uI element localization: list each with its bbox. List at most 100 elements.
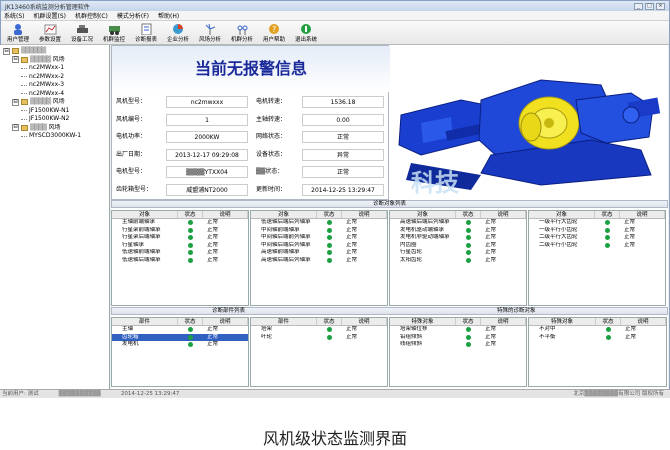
col-header[interactable]: 对象: [390, 211, 456, 218]
expand-toggle-icon[interactable]: ⊟: [3, 47, 10, 55]
expand-toggle-icon[interactable]: ⊟: [12, 56, 19, 64]
col-header[interactable]: 对象: [251, 211, 317, 218]
diagnosis-table[interactable]: 部件 状态 说明 塔架 正常 叶轮 正常: [250, 317, 388, 387]
table-row[interactable]: 叶轮 正常: [251, 334, 387, 342]
table-row[interactable]: 主轴前端轴承 正常: [112, 219, 248, 227]
table-row[interactable]: 不对中 正常: [529, 326, 666, 334]
expand-toggle-icon[interactable]: ⊟: [12, 124, 19, 132]
table-row[interactable]: 一级平行大齿轮 正常: [529, 219, 665, 227]
toolbar-button-pie-analysis[interactable]: 企业分析: [165, 23, 191, 43]
table-row[interactable]: 中间轴前端轴承 正常: [251, 227, 387, 235]
col-header[interactable]: 状态: [596, 318, 621, 325]
toolbar-button-monitor[interactable]: 机群监控: [101, 23, 127, 43]
menu-mode-analysis[interactable]: 模式分析(F): [117, 11, 149, 20]
col-header[interactable]: 说明: [481, 211, 526, 218]
expand-toggle-icon[interactable]: ⊟: [12, 98, 19, 106]
col-header[interactable]: 状态: [317, 318, 342, 325]
minimize-button[interactable]: _: [634, 2, 643, 10]
table-row[interactable]: 线组倾斜 正常: [390, 341, 526, 349]
col-header[interactable]: 特殊对象: [390, 318, 456, 325]
diagnosis-table[interactable]: 部件 状态 说明 主轴 正常 齿轮箱 正常 发电机 正常: [111, 317, 249, 387]
tree-node[interactable]: ⊟ ▒▒▒▒▒ 风场: [0, 98, 109, 107]
col-header[interactable]: 状态: [178, 211, 203, 218]
tree-node[interactable]: ⊟ ▒▒▒▒▒▒: [0, 47, 109, 56]
toolbar-button-device-status[interactable]: 设备工况: [69, 23, 95, 43]
table-row[interactable]: 行星架后端轴承 正常: [112, 234, 248, 242]
table-row[interactable]: 低速轴后端后列轴承 正常: [251, 219, 387, 227]
toolbar-button-report[interactable]: 诊断报表: [133, 23, 159, 43]
close-button[interactable]: ×: [656, 2, 665, 10]
diagnosis-table[interactable]: 对象 状态 说明 主轴前端轴承 正常 行星架前端轴承 正常 行星架后端轴承 正常 行星轴承 正常 低速…: [111, 210, 249, 306]
col-header[interactable]: 说明: [621, 318, 666, 325]
tree-node[interactable]: JF1500KW-N1: [0, 107, 109, 116]
col-header[interactable]: 对象: [112, 211, 178, 218]
table-row[interactable]: 一级平行小齿轮 正常: [529, 227, 665, 235]
table-row[interactable]: 发电机非驱动端轴承 正常: [390, 234, 526, 242]
toolbar-button-windfarm[interactable]: 风场分析: [197, 23, 223, 43]
toolbar-button-exit[interactable]: 退出系统: [293, 23, 319, 43]
table-row[interactable]: 行星架前端轴承 正常: [112, 227, 248, 235]
tree-node[interactable]: MYSCD3000KW-1: [0, 132, 109, 141]
maximize-button[interactable]: □: [645, 2, 654, 10]
menu-help[interactable]: 帮助(H): [158, 11, 179, 20]
tree-node[interactable]: ⊟ ▒▒▒▒▒ 风场: [0, 56, 109, 65]
col-header[interactable]: 状态: [178, 318, 203, 325]
table-row[interactable]: 发电机 正常: [112, 341, 248, 349]
toolbar-button-chart-settings[interactable]: 参数设置: [37, 23, 63, 43]
diagnosis-table[interactable]: 对象 状态 说明 低速轴后端后列轴承 正常 中间轴前端轴承 正常 中间轴后端前列轴承 正常 中间轴…: [250, 210, 388, 306]
table-row[interactable]: 发电机驱动端轴承 正常: [390, 227, 526, 235]
table-row[interactable]: 铅组倾斜 正常: [390, 334, 526, 342]
device-tree[interactable]: ⊟ ▒▒▒▒▒▒ ⊟ ▒▒▒▒▒ 风场 nc2MWxx-1 nc2MWxx-2 nc2MWxx…: [0, 45, 110, 390]
diagnosis-table[interactable]: 对象 状态 说明 一级平行大齿轮 正常 一级平行小齿轮 正常 二级平行大齿轮 正常 二级平行小齿轮…: [528, 210, 666, 306]
toolbar-button-help[interactable]: ? 用户帮助: [261, 23, 287, 43]
tree-node[interactable]: ⊟ ▒▒▒▒ 风场: [0, 124, 109, 133]
tree-node[interactable]: JF1500KW-N2: [0, 115, 109, 124]
table-row[interactable]: 中间轴后端前列轴承 正常: [251, 234, 387, 242]
diagnosis-table[interactable]: 特殊对象 状态 说明 不对中 正常 不平衡 正常: [528, 317, 667, 387]
col-header[interactable]: 部件: [112, 318, 178, 325]
col-header[interactable]: 状态: [595, 211, 620, 218]
col-header[interactable]: 对象: [529, 211, 595, 218]
table-row[interactable]: 行星齿轮 正常: [390, 249, 526, 257]
table-row[interactable]: 高速轴后端后列轴承 正常: [251, 257, 387, 265]
tree-node[interactable]: nc2MWxx-4: [0, 90, 109, 99]
menu-cluster-control[interactable]: 机群控制(C): [75, 11, 108, 20]
tree-node[interactable]: nc2MWxx-3: [0, 81, 109, 90]
table-row[interactable]: 太阳齿轮 正常: [390, 257, 526, 265]
col-header[interactable]: 部件: [251, 318, 317, 325]
menu-cluster-settings[interactable]: 机群设置(S): [34, 11, 67, 20]
table-row[interactable]: 中间轴后端后列轴承 正常: [251, 242, 387, 250]
table-row[interactable]: 二级平行小齿轮 正常: [529, 242, 665, 250]
col-header[interactable]: 说明: [481, 318, 526, 325]
table-row[interactable]: 低速轴后端轴承 正常: [112, 257, 248, 265]
table-row[interactable]: 二级平行大齿轮 正常: [529, 234, 665, 242]
table-row[interactable]: 高速轴后端后列轴承 正常: [390, 219, 526, 227]
diagnosis-table[interactable]: 对象 状态 说明 高速轴后端后列轴承 正常 发电机驱动端轴承 正常 发电机非驱动端轴承 正常 内齿…: [389, 210, 527, 306]
toolbar-button-cluster[interactable]: 机群分析: [229, 23, 255, 43]
table-row[interactable]: 内齿圈 正常: [390, 242, 526, 250]
menu-system[interactable]: 系统(S): [4, 11, 25, 20]
table-row[interactable]: 低速轴前端轴承 正常: [112, 249, 248, 257]
table-row[interactable]: 行星轴承 正常: [112, 242, 248, 250]
table-row[interactable]: 齿轮箱 正常: [112, 333, 248, 342]
col-header[interactable]: 状态: [456, 211, 481, 218]
col-header[interactable]: 状态: [317, 211, 342, 218]
table-row[interactable]: 塔架轴位移 正常: [390, 326, 526, 334]
col-header[interactable]: 状态: [456, 318, 481, 325]
table-row[interactable]: 塔架 正常: [251, 326, 387, 334]
status-ok-icon: [188, 327, 193, 332]
toolbar-button-user-manage[interactable]: 用户管理: [5, 23, 31, 43]
col-header[interactable]: 说明: [342, 318, 387, 325]
diagnosis-table[interactable]: 特殊对象 状态 说明 塔架轴位移 正常 铅组倾斜 正常 线组倾斜 正常: [389, 317, 527, 387]
table-row[interactable]: 高速轴前端轴承 正常: [251, 249, 387, 257]
table-row[interactable]: 主轴 正常: [112, 326, 248, 334]
col-header[interactable]: 说明: [203, 211, 248, 218]
col-header[interactable]: 说明: [342, 211, 387, 218]
tree-node-redacted: ▒▒▒▒▒: [30, 98, 51, 105]
col-header[interactable]: 说明: [620, 211, 665, 218]
table-row[interactable]: 不平衡 正常: [529, 334, 666, 342]
col-header[interactable]: 说明: [203, 318, 248, 325]
tree-node[interactable]: nc2MWxx-2: [0, 73, 109, 82]
tree-node[interactable]: nc2MWxx-1: [0, 64, 109, 73]
col-header[interactable]: 特殊对象: [529, 318, 596, 325]
